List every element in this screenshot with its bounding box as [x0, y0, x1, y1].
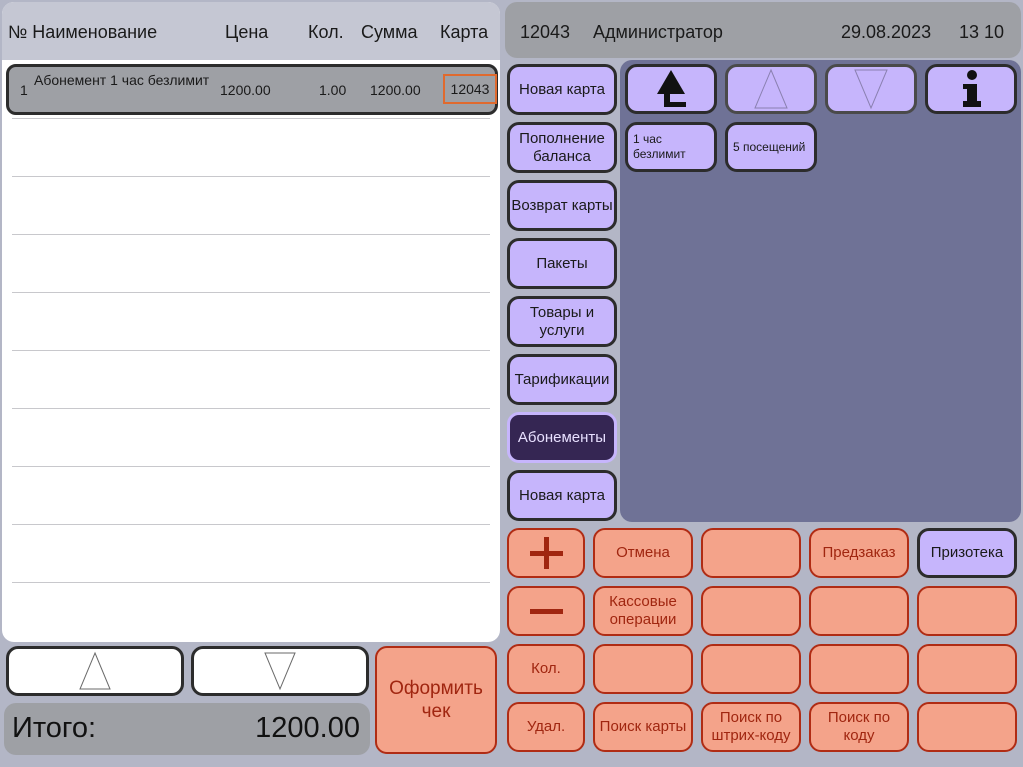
cash-operations-button[interactable]: Кассовые операции — [593, 586, 693, 636]
column-header-name: № Наименование — [8, 22, 158, 42]
column-header-card: Карта — [440, 22, 489, 42]
menu-subscriptions[interactable]: Абонементы — [507, 412, 617, 463]
plus-icon — [530, 537, 563, 569]
user-name: Администратор — [593, 22, 723, 42]
empty-key[interactable] — [917, 586, 1017, 636]
nav-home-button[interactable] — [625, 64, 717, 114]
menu-packages[interactable]: Пакеты — [507, 238, 617, 289]
empty-key[interactable] — [809, 644, 909, 694]
preorder-button[interactable]: Предзаказ — [809, 528, 909, 578]
scroll-up-button[interactable] — [6, 646, 184, 696]
row-number: 1 — [20, 82, 28, 98]
empty-key[interactable] — [701, 644, 801, 694]
row-divider — [12, 466, 490, 467]
menu-goods-services[interactable]: Товары и услуги — [507, 296, 617, 347]
empty-key[interactable] — [701, 528, 801, 578]
row-sum: 1200.00 — [370, 82, 421, 98]
delete-button[interactable]: Удал. — [507, 702, 585, 752]
info-icon — [963, 70, 981, 107]
menu-new-card-2[interactable]: Новая карта — [507, 470, 617, 521]
row-price: 1200.00 — [220, 82, 271, 98]
order-table: № Наименование Цена Кол. Сумма Карта 1 А… — [2, 2, 500, 642]
row-divider — [12, 582, 490, 583]
row-divider — [12, 234, 490, 235]
prize-library-button[interactable]: Призотека — [917, 528, 1017, 578]
row-divider — [12, 524, 490, 525]
current-time: 13 10 — [959, 22, 1005, 42]
total-value: 1200.00 — [255, 712, 360, 744]
total-box: Итого: 1200.00 — [4, 703, 370, 755]
checkout-button[interactable]: Оформить чек — [375, 646, 497, 754]
empty-key[interactable] — [917, 644, 1017, 694]
arrow-up-icon — [754, 68, 788, 109]
row-divider — [12, 350, 490, 351]
menu-tariffs[interactable]: Тарификации — [507, 354, 617, 405]
info-button[interactable] — [925, 64, 1017, 114]
order-table-header: № Наименование Цена Кол. Сумма Карта — [2, 2, 500, 60]
product-5-visits[interactable]: 5 посещений — [725, 122, 817, 172]
product-1-hour-unlimited[interactable]: 1 час безлимит — [625, 122, 717, 172]
table-row[interactable]: 1 Абонемент 1 час безлимит 1200.00 1.00 … — [6, 64, 498, 115]
status-bar: 12043 Администратор 29.08.2023 13 10 — [505, 2, 1021, 58]
up-level-icon — [657, 70, 686, 107]
row-name: Абонемент 1 час безлимит — [34, 72, 210, 88]
scroll-down-button[interactable] — [191, 646, 369, 696]
row-divider — [12, 176, 490, 177]
row-divider — [12, 408, 490, 409]
current-card-number: 12043 — [520, 22, 571, 42]
total-label: Итого: — [12, 712, 97, 744]
page-up-button[interactable] — [725, 64, 817, 114]
quantity-button[interactable]: Кол. — [507, 644, 585, 694]
cancel-button[interactable]: Отмена — [593, 528, 693, 578]
row-qty: 1.00 — [319, 82, 347, 98]
row-divider — [12, 118, 490, 119]
menu-card-return[interactable]: Возврат карты — [507, 180, 617, 231]
menu-top-up-balance[interactable]: Пополнение баланса — [507, 122, 617, 173]
column-header-price: Цена — [225, 22, 269, 42]
arrow-down-icon — [854, 69, 888, 110]
page-down-button[interactable] — [825, 64, 917, 114]
arrow-down-icon — [264, 652, 296, 691]
empty-key[interactable] — [917, 702, 1017, 752]
arrow-up-icon — [79, 651, 111, 690]
row-divider — [12, 292, 490, 293]
empty-key[interactable] — [593, 644, 693, 694]
row-card-number[interactable]: 12043 — [443, 74, 497, 104]
search-card-button[interactable]: Поиск карты — [593, 702, 693, 752]
column-header-qty: Кол. — [308, 22, 344, 42]
search-barcode-button[interactable]: Поиск по штрих-коду — [701, 702, 801, 752]
menu-new-card[interactable]: Новая карта — [507, 64, 617, 115]
minus-icon — [530, 609, 563, 614]
empty-key[interactable] — [809, 586, 909, 636]
minus-button[interactable] — [507, 586, 585, 636]
search-code-button[interactable]: Поиск по коду — [809, 702, 909, 752]
current-date: 29.08.2023 — [841, 22, 932, 42]
plus-button[interactable] — [507, 528, 585, 578]
empty-key[interactable] — [701, 586, 801, 636]
column-header-sum: Сумма — [361, 22, 418, 42]
